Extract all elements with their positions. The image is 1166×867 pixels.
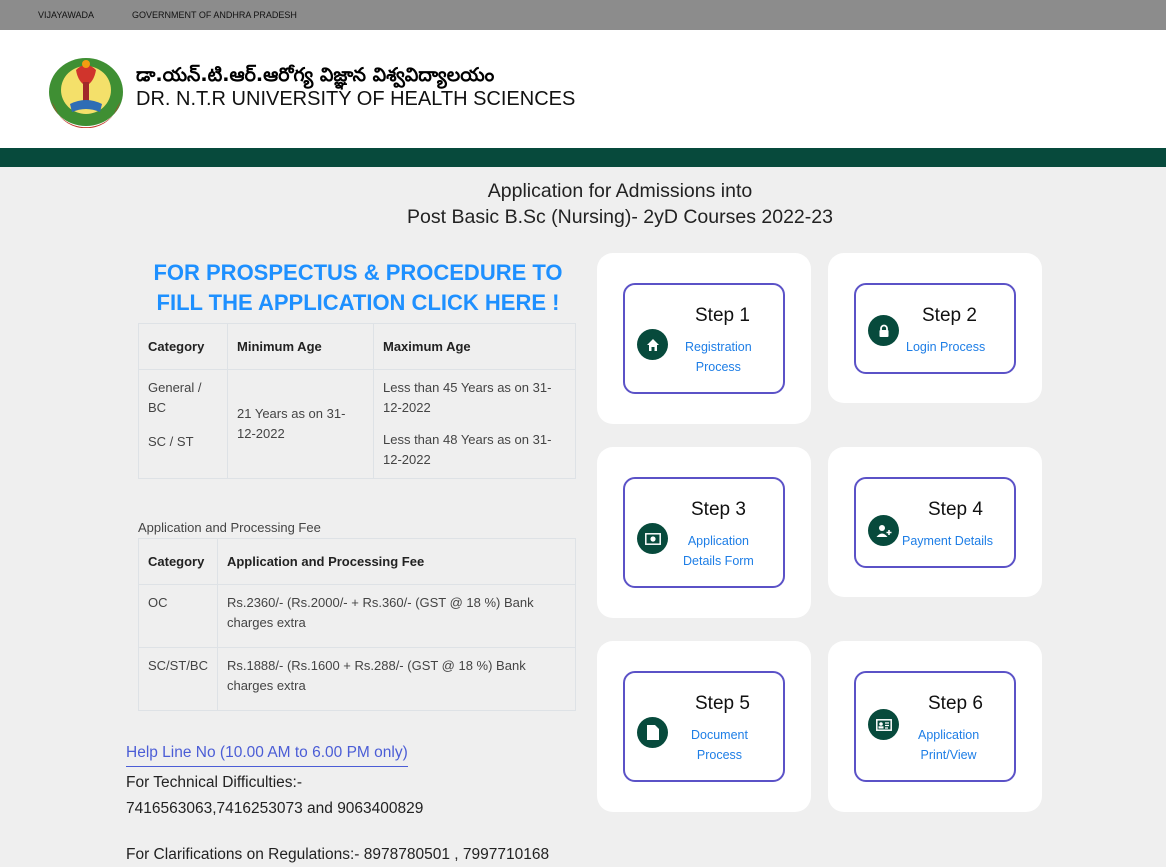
lock-icon — [868, 315, 899, 346]
table-header-row: Category Application and Processing Fee — [138, 538, 577, 585]
step-1-card: Step 1 Registration Process — [597, 253, 811, 424]
tech-difficulties-label: For Technical Difficulties:- — [126, 774, 303, 791]
step-1-title: Step 1 — [695, 305, 750, 326]
max-age-sc-st: Less than 48 Years as on 31-12-2022 — [383, 432, 552, 467]
step-3-subtitle: Application Details Form — [683, 534, 754, 568]
step-5-title: Step 5 — [695, 693, 750, 714]
table-row: General / BC SC / ST 21 Years as on 31-1… — [138, 369, 576, 479]
step-4-subtitle: Payment Details — [902, 534, 994, 548]
step-3-title: Step 3 — [691, 499, 746, 520]
step-2-button[interactable]: Step 2 Login Process — [854, 283, 1016, 374]
category-sc-st: SC / ST — [148, 434, 194, 449]
step-6-button[interactable]: Step 6 Application Print/View — [854, 671, 1016, 782]
helpline-link[interactable]: Help Line No (10.00 AM to 6.00 PM only) — [126, 744, 408, 767]
page-title-line2: Post Basic B.Sc (Nursing)- 2yD Courses 2… — [407, 206, 833, 228]
step-1-subtitle: Registration Process — [685, 340, 752, 374]
vijayawada-link[interactable]: VIJAYAWADA — [38, 10, 94, 20]
category-cell: General / BC SC / ST — [138, 369, 228, 479]
max-age-general: Less than 45 Years as on 31-12-2022 — [383, 380, 552, 415]
govt-ap-link[interactable]: GOVERNMENT OF ANDHRA PRADESH — [132, 10, 297, 20]
step-2-title: Step 2 — [922, 305, 977, 326]
table-header-row: Category Minimum Age Maximum Age — [138, 323, 576, 370]
step-3-button[interactable]: Step 3 Application Details Form — [623, 477, 785, 588]
fee-amount-cell: Rs.1888/- (Rs.1600 + Rs.288/- (GST @ 18 … — [216, 647, 577, 711]
accent-bar — [0, 148, 1166, 167]
category-general-bc: General / BC — [148, 380, 202, 415]
university-name-telugu: డా.యన్.టి.ఆర్.ఆరోగ్య విజ్ఞాన విశ్వవిద్యా… — [136, 64, 495, 86]
column-header: Minimum Age — [227, 323, 374, 370]
step-5-subtitle: Document Process — [691, 728, 748, 762]
fee-table: Category Application and Processing Fee … — [138, 538, 577, 711]
step-2-card: Step 2 Login Process — [828, 253, 1042, 403]
column-header: Category — [138, 538, 218, 585]
tech-difficulties-numbers: 7416563063,7416253073 and 9063400829 — [126, 800, 424, 817]
page-title-line1: Application for Admissions into — [487, 180, 753, 202]
min-age-cell: 21 Years as on 31-12-2022 — [227, 369, 374, 479]
step-2-subtitle: Login Process — [906, 340, 986, 354]
step-6-title: Step 6 — [928, 693, 983, 714]
max-age-cell: Less than 45 Years as on 31-12-2022 Less… — [373, 369, 576, 479]
fee-amount-cell: Rs.2360/- (Rs.2000/- + Rs.360/- (GST @ 1… — [216, 584, 577, 648]
table-row: OC Rs.2360/- (Rs.2000/- + Rs.360/- (GST … — [138, 584, 577, 648]
step-6-card: Step 6 Application Print/View — [828, 641, 1042, 812]
step-4-card: Step 4 Payment Details — [828, 447, 1042, 597]
university-logo — [49, 58, 123, 128]
fee-category-cell: OC — [138, 584, 218, 648]
column-header: Application and Processing Fee — [216, 538, 577, 585]
clarifications-contact: For Clarifications on Regulations:- 8978… — [126, 846, 550, 863]
fee-category-cell: SC/ST/BC — [138, 647, 218, 711]
column-header: Maximum Age — [373, 323, 576, 370]
prospectus-link[interactable]: FOR PROSPECTUS & PROCEDURE TO FILL THE A… — [140, 258, 576, 318]
file-icon — [637, 717, 668, 748]
step-3-card: Step 3 Application Details Form — [597, 447, 811, 618]
step-5-card: Step 5 Document Process — [597, 641, 811, 812]
top-bar: VIJAYAWADA GOVERNMENT OF ANDHRA PRADESH — [0, 0, 1166, 30]
column-header: Category — [138, 323, 228, 370]
step-1-button[interactable]: Step 1 Registration Process — [623, 283, 785, 394]
step-6-subtitle: Application Print/View — [918, 728, 980, 762]
step-5-button[interactable]: Step 5 Document Process — [623, 671, 785, 782]
university-name-english: DR. N.T.R UNIVERSITY OF HEALTH SCIENCES — [136, 88, 576, 110]
step-4-title: Step 4 — [928, 499, 983, 520]
user-plus-icon — [868, 515, 899, 546]
money-icon — [637, 523, 668, 554]
step-4-button[interactable]: Step 4 Payment Details — [854, 477, 1016, 568]
age-eligibility-table: Category Minimum Age Maximum Age General… — [138, 323, 576, 479]
home-icon — [637, 329, 668, 360]
fee-caption: Application and Processing Fee — [138, 520, 321, 535]
table-row: SC/ST/BC Rs.1888/- (Rs.1600 + Rs.288/- (… — [138, 647, 577, 711]
id-card-icon — [868, 709, 899, 740]
